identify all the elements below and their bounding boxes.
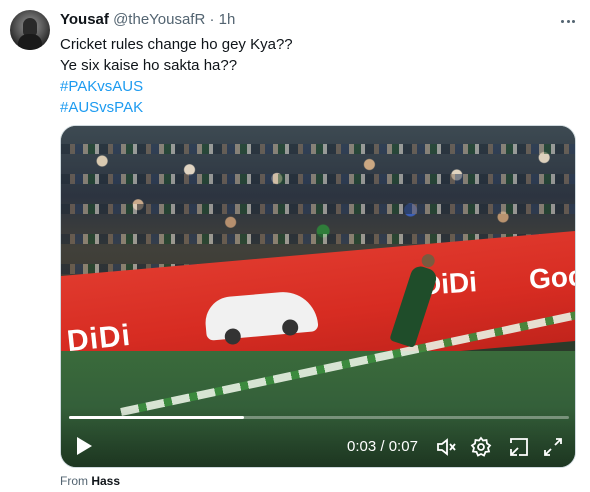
video-time-separator: / [376,438,389,455]
header-separator: · [209,11,215,28]
video-current-time: 0:03 [347,438,377,455]
video-player[interactable]: DiDi DiDi Goc 0:03 / 0:07 [60,125,576,468]
video-duration: 0:07 [388,438,418,455]
mute-icon[interactable] [435,435,459,459]
video-progress-bar[interactable] [69,416,569,419]
fullscreen-icon[interactable] [541,435,565,459]
from-source[interactable]: Hass [91,474,120,488]
board-text-right: Goc [527,260,576,295]
hashtag-pakvsaus[interactable]: #PAKvsAUS [60,76,293,97]
tweet-header: Yousaf @theYousafR · 1h [60,11,235,29]
tweet-line-2: Ye six kaise ho sakta ha?? [60,57,238,74]
more-icon[interactable] [558,12,578,30]
author-avatar[interactable] [10,10,50,50]
pip-icon[interactable] [507,435,531,459]
tweet-line-1: Cricket rules change ho gey Kya?? [60,36,293,53]
tweet-time[interactable]: 1h [219,11,236,28]
tweet-text: Cricket rules change ho gey Kya?? Ye six… [60,34,293,118]
play-icon[interactable] [75,436,93,456]
author-handle[interactable]: @theYousafR [113,11,205,28]
video-progress-fill [69,416,244,419]
settings-icon[interactable] [469,435,493,459]
from-attribution: From Hass [60,474,120,488]
author-name[interactable]: Yousaf [60,11,109,28]
from-prefix: From [60,474,88,488]
hashtag-ausvspak[interactable]: #AUSvsPAK [60,97,293,118]
video-timestamp: 0:03 / 0:07 [347,438,418,455]
